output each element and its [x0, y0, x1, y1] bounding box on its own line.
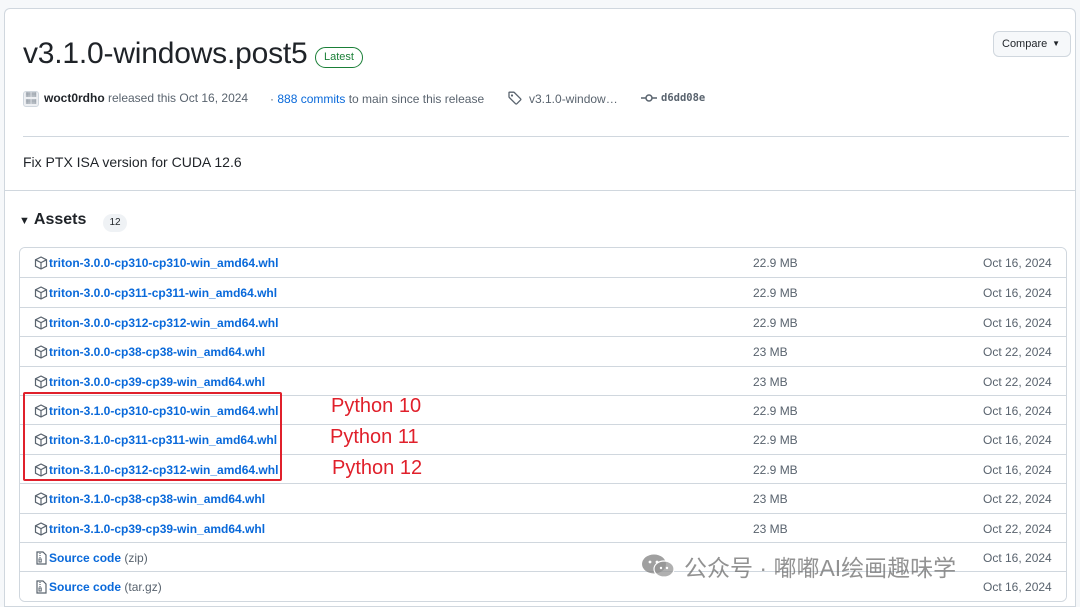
asset-size: 22.9 MB — [753, 256, 798, 270]
asset-date: Oct 22, 2024 — [983, 345, 1052, 360]
asset-link[interactable]: triton-3.0.0-cp38-cp38-win_amd64.whl — [49, 345, 265, 359]
watermark-text: 公众号 · 嘟嘟AI绘画趣味学 — [684, 555, 957, 581]
asset-link[interactable]: triton-3.0.0-cp39-cp39-win_amd64.whl — [49, 375, 265, 389]
asset-date: Oct 16, 2024 — [983, 403, 1052, 418]
asset-date: Oct 22, 2024 — [983, 374, 1052, 389]
commits-link[interactable]: 888 commits — [277, 92, 345, 106]
asset-size: 22.9 MB — [753, 462, 798, 477]
released-text: released this Oct 16, 2024 — [108, 91, 249, 105]
asset-date: Oct 16, 2024 — [983, 550, 1052, 565]
asset-row: triton-3.0.0-cp39-cp39-win_amd64.whl 23 M… — [20, 365, 1066, 395]
wechat-icon — [642, 554, 675, 578]
package-icon — [34, 286, 48, 301]
asset-row: triton-3.0.0-cp38-cp38-win_amd64.whl 23 M… — [20, 336, 1066, 366]
divider — [23, 136, 1069, 137]
asset-size: 22.9 MB — [753, 433, 798, 448]
assets-count-badge: 12 — [103, 214, 127, 232]
asset-link[interactable]: triton-3.1.0-cp39-cp39-win_amd64.whl — [49, 522, 265, 536]
author-link[interactable]: woct0rdho — [44, 91, 105, 105]
file-zip-icon — [34, 551, 48, 565]
asset-name: triton-3.0.0-cp310-cp310-win_amd64.whl — [49, 256, 279, 270]
asset-size: 23 MB — [753, 374, 788, 389]
package-icon — [34, 374, 48, 389]
asset-row: triton-3.0.0-cp312-cp312-win_amd64.whl 22… — [20, 306, 1066, 337]
asset-format: (tar.gz) — [124, 580, 162, 595]
asset-name: triton-3.0.0-cp38-cp38-win_amd64.whl — [49, 345, 266, 360]
package-icon — [34, 521, 48, 536]
asset-format: (zip) — [124, 550, 148, 565]
tag-link[interactable]: v3.1.0-window… — [529, 92, 618, 106]
asset-name: triton-3.1.0-cp38-cp38-win_amd64.whl — [49, 492, 266, 507]
asset-name: triton-3.0.0-cp312-cp312-win_amd64.whl — [49, 315, 279, 330]
file-zip-icon — [34, 580, 48, 594]
asset-link[interactable]: Source code (tar.gz) — [49, 580, 162, 594]
git-commit-icon — [641, 94, 657, 102]
release-title[interactable]: v3.1.0-windows.post5 — [23, 37, 308, 71]
asset-size: 23 MB — [753, 521, 788, 536]
assets-heading-label: Assets — [33, 211, 87, 228]
commit-sha-link[interactable]: d6dd08e — [661, 92, 705, 104]
annotation-python10: Python 10 — [331, 395, 422, 417]
package-icon — [34, 492, 48, 506]
asset-size: 23 MB — [753, 345, 788, 360]
asset-name: triton-3.0.0-cp39-cp39-win_amd64.whl — [49, 374, 266, 389]
asset-name: Source code — [49, 550, 122, 565]
asset-row: triton-3.0.0-cp311-cp311-win_amd64.whl 22… — [20, 277, 1066, 307]
compare-label: Compare — [1002, 38, 1048, 50]
annotation-python12: Python 12 — [332, 457, 423, 479]
asset-name: Source code — [49, 580, 122, 595]
asset-date: Oct 16, 2024 — [983, 580, 1052, 595]
asset-size: 23 MB — [753, 492, 788, 507]
triangle-down-icon: ▼ — [19, 215, 30, 227]
asset-name: triton-3.1.0-cp39-cp39-win_amd64.whl — [49, 521, 266, 536]
asset-size: 22.9 MB — [753, 315, 798, 330]
asset-link[interactable]: Source code (zip) — [49, 551, 148, 565]
asset-date: Oct 16, 2024 — [983, 286, 1052, 301]
commits-info: · 888 commits to main since this release — [270, 92, 485, 106]
asset-link[interactable]: triton-3.1.0-cp38-cp38-win_amd64.whl — [49, 492, 265, 506]
asset-date: Oct 16, 2024 — [983, 315, 1052, 330]
asset-size: 22.9 MB — [753, 286, 798, 301]
asset-size: 22.9 MB — [753, 403, 798, 418]
asset-row: triton-3.1.0-cp38-cp38-win_amd64.whl 23 M… — [20, 483, 1066, 513]
asset-link[interactable]: triton-3.0.0-cp312-cp312-win_amd64.whl — [49, 316, 278, 330]
package-icon — [34, 345, 48, 359]
asset-link[interactable]: triton-3.0.0-cp311-cp311-win_amd64.whl — [49, 286, 277, 300]
compare-button[interactable]: Compare ▼ — [993, 31, 1071, 57]
asset-date: Oct 16, 2024 — [983, 433, 1052, 448]
package-icon — [34, 256, 48, 270]
asset-link[interactable]: triton-3.0.0-cp310-cp310-win_amd64.whl — [49, 256, 278, 270]
asset-row: triton-3.0.0-cp310-cp310-win_amd64.whl 22… — [20, 248, 1066, 278]
asset-date: Oct 16, 2024 — [983, 256, 1052, 270]
latest-badge: Latest — [315, 47, 363, 68]
asset-date: Oct 22, 2024 — [983, 521, 1052, 536]
asset-date: Oct 16, 2024 — [983, 462, 1052, 477]
tag-icon — [508, 91, 522, 105]
package-icon — [34, 316, 48, 330]
chevron-down-icon: ▼ — [1052, 39, 1060, 48]
asset-date: Oct 22, 2024 — [983, 492, 1052, 507]
annotation-python11: Python 11 — [330, 426, 419, 448]
commits-suffix: to main since this release — [348, 92, 485, 106]
author-avatar[interactable]: ▦▦ ▦▦ — [23, 91, 39, 107]
release-header-card: v3.1.0-windows.post5 Latest Compare ▼ ▦▦… — [4, 8, 1076, 198]
release-notes: Fix PTX ISA version for CUDA 12.6 — [23, 154, 242, 170]
asset-name: triton-3.0.0-cp311-cp311-win_amd64.whl — [49, 286, 278, 301]
assets-toggle[interactable]: ▼ Assets — [19, 211, 86, 229]
asset-row: triton-3.1.0-cp39-cp39-win_amd64.whl 23 M… — [20, 512, 1066, 542]
highlight-box — [23, 392, 282, 481]
